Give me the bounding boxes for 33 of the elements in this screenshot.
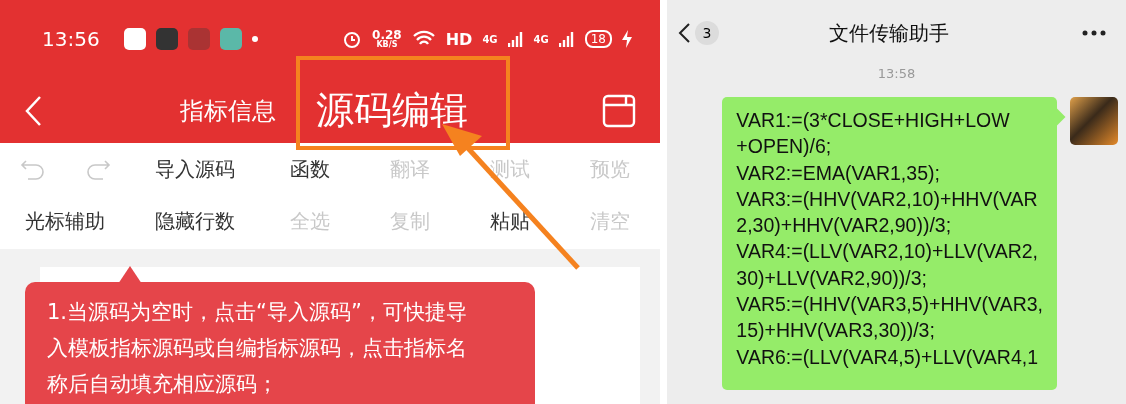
unread-count: 3 [695, 21, 719, 45]
toolbar-button[interactable]: 光标辅助 [21, 205, 109, 237]
speed-unit: KB/S [376, 41, 398, 49]
save-icon[interactable] [602, 93, 636, 128]
toolbar-button[interactable]: 导入源码 [151, 153, 239, 185]
phone-icon [219, 28, 242, 50]
network-label: 4G [533, 33, 549, 45]
network-label: 4G [482, 33, 498, 45]
signal-icon [558, 31, 575, 47]
toolbar-button[interactable]: 隐藏行数 [151, 205, 239, 237]
back-icon[interactable] [677, 22, 691, 44]
tooltip-text: 1.当源码为空时，点击“导入源码”，可快捷导入模板指标源码或自编指标源码，点击指标名称后自动填充相应源码； [25, 282, 535, 404]
notification-dot [251, 36, 258, 42]
charging-icon [622, 30, 632, 48]
chat-title: 文件传输助手 [827, 19, 950, 47]
redo-icon [84, 158, 111, 180]
toolbar-button[interactable]: 函数 [286, 153, 334, 185]
toolbar-button[interactable]: 粘贴 [486, 205, 534, 237]
app-icon [123, 28, 146, 50]
more-icon[interactable] [1082, 30, 1106, 36]
speed-value: 0.28 [372, 29, 402, 41]
message-time: 13:58 [877, 66, 916, 81]
status-time: 13:56 [42, 27, 100, 51]
header-tab[interactable]: 源码编辑 [310, 85, 474, 136]
header-tab[interactable]: 指标信息 [174, 94, 282, 127]
battery-level: 18 [584, 30, 612, 48]
signal-icon [507, 31, 524, 47]
app-icon [155, 28, 178, 50]
undo-icon [19, 158, 46, 180]
app-icon [187, 28, 210, 50]
hd-label: HD [445, 29, 473, 49]
avatar-placeholder [1070, 97, 1118, 145]
alarm-icon [342, 29, 363, 49]
